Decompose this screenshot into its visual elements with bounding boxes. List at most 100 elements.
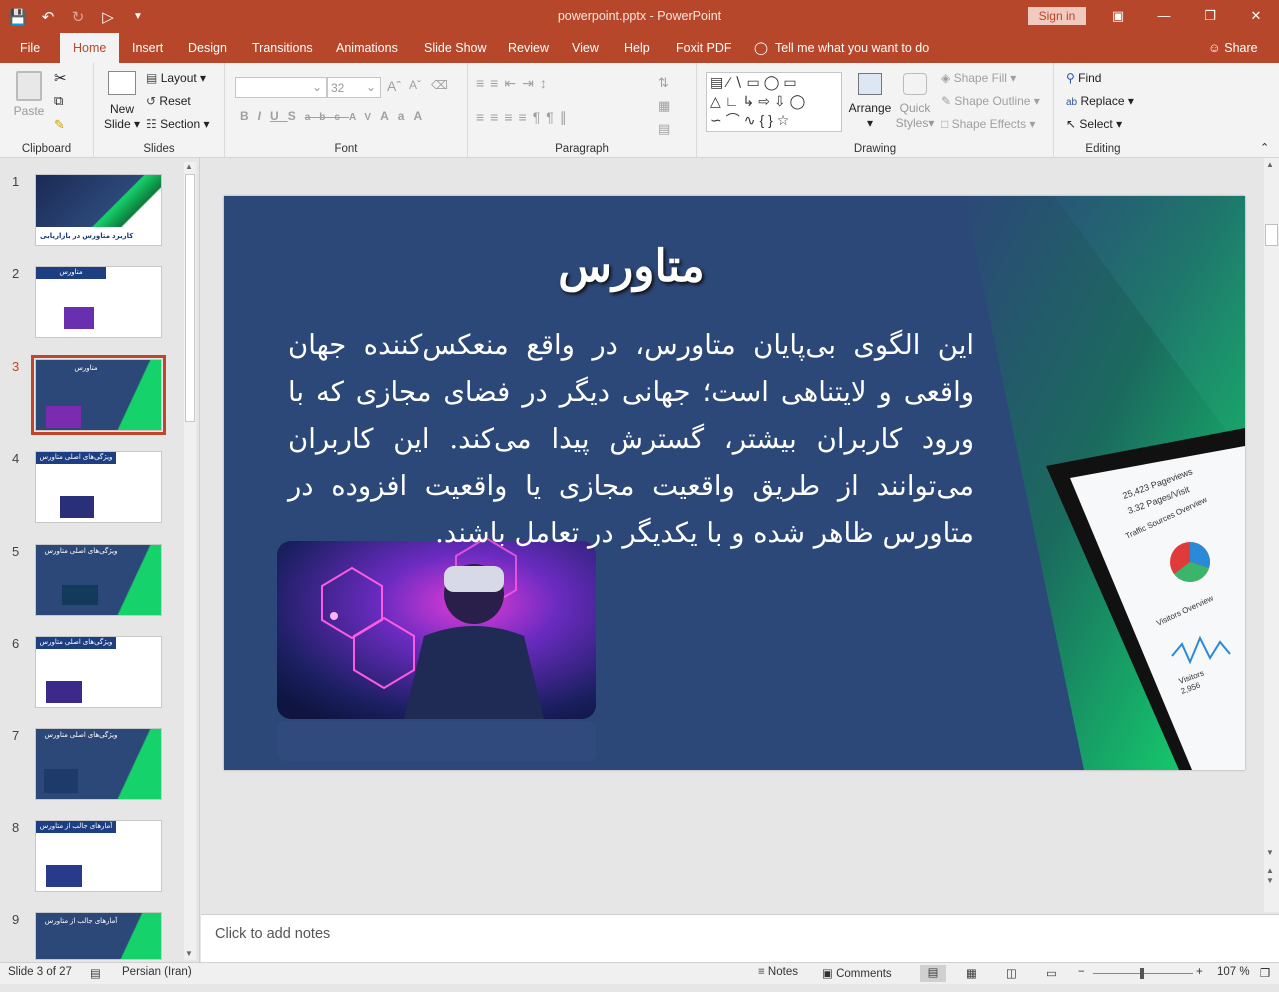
bullets-icon[interactable]: ≡ [476,75,490,91]
decrease-indent-icon[interactable]: ⇤ [504,75,522,91]
thumbnail-scrollbar[interactable]: ▲ ▼ [184,162,196,960]
thumbnail-2[interactable]: 2 متاورس [0,266,182,346]
quick-styles-button[interactable]: Quick Styles▾ [895,73,935,131]
new-slide-button[interactable]: New Slide ▾ [100,71,144,132]
strikethrough-icon[interactable]: abc [305,112,349,123]
tab-slide-show[interactable]: Slide Show [424,33,487,63]
notes-toggle[interactable]: ≡ Notes [758,966,798,978]
thumbnail-1[interactable]: 1 کاربرد متاورس در بازاریابی [0,174,182,254]
tab-review[interactable]: Review [508,33,549,63]
font-name-combo[interactable]: ⌄ [235,77,327,98]
zoom-in-icon[interactable]: + [1196,966,1203,978]
tab-design[interactable]: Design [188,33,227,63]
thumbnail-photo [62,585,98,605]
prev-next-slide-icon[interactable]: ▲ ▼ [1266,866,1274,886]
reading-view-icon[interactable]: ◫ [1006,966,1017,980]
notes-placeholder[interactable]: Click to add notes [215,926,330,942]
scroll-up-icon[interactable]: ▲ [1266,160,1274,169]
collapse-ribbon-icon[interactable]: ⌃ [1260,141,1269,154]
scroll-up-icon[interactable]: ▲ [185,162,193,171]
format-painter-icon[interactable]: ✎ [54,117,65,133]
increase-indent-icon[interactable]: ⇥ [522,75,540,91]
increase-font-icon[interactable]: Aˆ [387,78,401,94]
reset-button[interactable]: ↺ Reset [146,94,191,108]
slide-title[interactable]: متاورس [224,241,1039,292]
thumbnail-3[interactable]: 3 متاورس [0,355,182,439]
align-right-icon[interactable]: ≡ [504,109,518,125]
spell-check-icon[interactable]: ▤ [90,966,101,980]
change-case-icon[interactable]: Aa [380,109,413,123]
language-indicator[interactable]: Persian (Iran) [122,966,192,978]
font-color-icon[interactable]: A [413,109,431,123]
shape-outline-button[interactable]: ✎ Shape Outline ▾ [941,94,1040,108]
align-center-icon[interactable]: ≡ [490,109,504,125]
shape-effects-button[interactable]: □ Shape Effects ▾ [941,117,1035,131]
thumbnail-7[interactable]: 7 ویژگی‌های اصلی متاورس [0,728,182,808]
clear-formatting-icon[interactable]: ⌫ [431,78,448,92]
tab-help[interactable]: Help [624,33,650,63]
arrange-button[interactable]: Arrange ▾ [847,73,893,131]
decrease-font-icon[interactable]: Aˇ [409,78,421,92]
replace-button[interactable]: ab Replace ▾ [1066,94,1134,108]
thumbnail-8[interactable]: 8 آمارهای جالب از متاورس [0,820,182,900]
char-spacing-icon[interactable]: AV [349,112,380,123]
current-slide[interactable]: 25,423 Pageviews 3.32 Pages/Visit Traffi… [224,196,1245,770]
comments-toggle[interactable]: ▣ Comments [822,966,892,980]
normal-view-icon[interactable]: ▤ [920,965,946,982]
shape-fill-button[interactable]: ◈ Shape Fill ▾ [941,71,1016,85]
close-icon[interactable]: ✕ [1233,0,1279,33]
fit-slide-icon[interactable]: ❐ [1260,966,1270,980]
share-button[interactable]: ☺ Share [1208,33,1258,63]
tab-foxit-pdf[interactable]: Foxit PDF [676,33,732,63]
font-size-combo[interactable]: 32 ⌄ [327,77,381,98]
slide-body-text[interactable]: این الگوی بی‌پایان متاورس، در واقع منعکس… [288,322,974,557]
numbering-icon[interactable]: ≡ [490,75,504,91]
thumbnail-6[interactable]: 6 ویژگی‌های اصلی متاورس [0,636,182,716]
thumbnail-image: کاربرد متاورس در بازاریابی [35,174,162,246]
tab-home[interactable]: Home [60,33,120,63]
paste-button[interactable]: Paste [10,71,48,119]
tell-me-search[interactable]: ◯ Tell me what you want to do [754,33,929,63]
slideshow-icon[interactable]: ▭ [1046,966,1057,980]
notes-pane[interactable]: Click to add notes [201,914,1279,962]
tab-insert[interactable]: Insert [132,33,163,63]
shadow-icon[interactable]: S [288,109,305,123]
columns-icon[interactable]: ∥ [560,109,573,125]
zoom-level[interactable]: 107 % [1217,966,1250,978]
layout-button[interactable]: ▤ Layout ▾ [146,71,206,85]
rtl-icon[interactable]: ¶ [533,109,547,125]
select-button[interactable]: ↖ Select ▾ [1066,117,1122,131]
shapes-gallery[interactable]: ▤∕∖▭◯▭ △∟↳⇨⇩◯ ∽⌒∿{}☆ [706,72,842,132]
slide-sorter-icon[interactable]: ▦ [966,966,977,980]
tab-file[interactable]: File [20,33,40,63]
zoom-out-icon[interactable]: − [1078,966,1085,978]
ltr-icon[interactable]: ¶ [546,109,560,125]
zoom-slider-thumb[interactable] [1140,968,1144,979]
slide-scrollbar[interactable]: ▲ ▼ ▲ ▼ [1264,158,1279,912]
tab-animations[interactable]: Animations [336,33,398,63]
align-left-icon[interactable]: ≡ [476,109,490,125]
text-direction-icon[interactable]: ⇅ ▦ ▤ [658,71,670,140]
tab-view[interactable]: View [572,33,599,63]
justify-icon[interactable]: ≡ [519,109,533,125]
section-button[interactable]: ☷ Section ▾ [146,117,210,131]
maximize-icon[interactable]: ❐ [1187,0,1233,33]
scroll-down-icon[interactable]: ▼ [185,949,193,958]
sign-in-button[interactable]: Sign in [1028,7,1086,25]
scroll-down-icon[interactable]: ▼ [1266,848,1274,857]
thumbnail-5[interactable]: 5 ویژگی‌های اصلی متاورس [0,544,182,624]
minimize-icon[interactable]: — [1141,0,1187,33]
paste-label: Paste [13,104,45,118]
thumbnail-4[interactable]: 4 ویژگی‌های اصلی متاورس [0,451,182,531]
line-spacing-icon[interactable]: ↕ [540,75,553,91]
ribbon-display-options-icon[interactable]: ▣ [1095,0,1141,33]
underline-icon[interactable]: U [270,109,288,123]
tab-transitions[interactable]: Transitions [252,33,313,63]
bold-icon[interactable]: B [240,109,258,123]
cut-icon[interactable]: ✂ [54,69,67,87]
scroll-thumb[interactable] [185,174,195,422]
scroll-thumb[interactable] [1265,224,1278,246]
copy-icon[interactable]: ⧉ [54,93,63,109]
italic-icon[interactable]: I [258,109,270,123]
find-button[interactable]: ⚲ Find [1066,71,1101,85]
